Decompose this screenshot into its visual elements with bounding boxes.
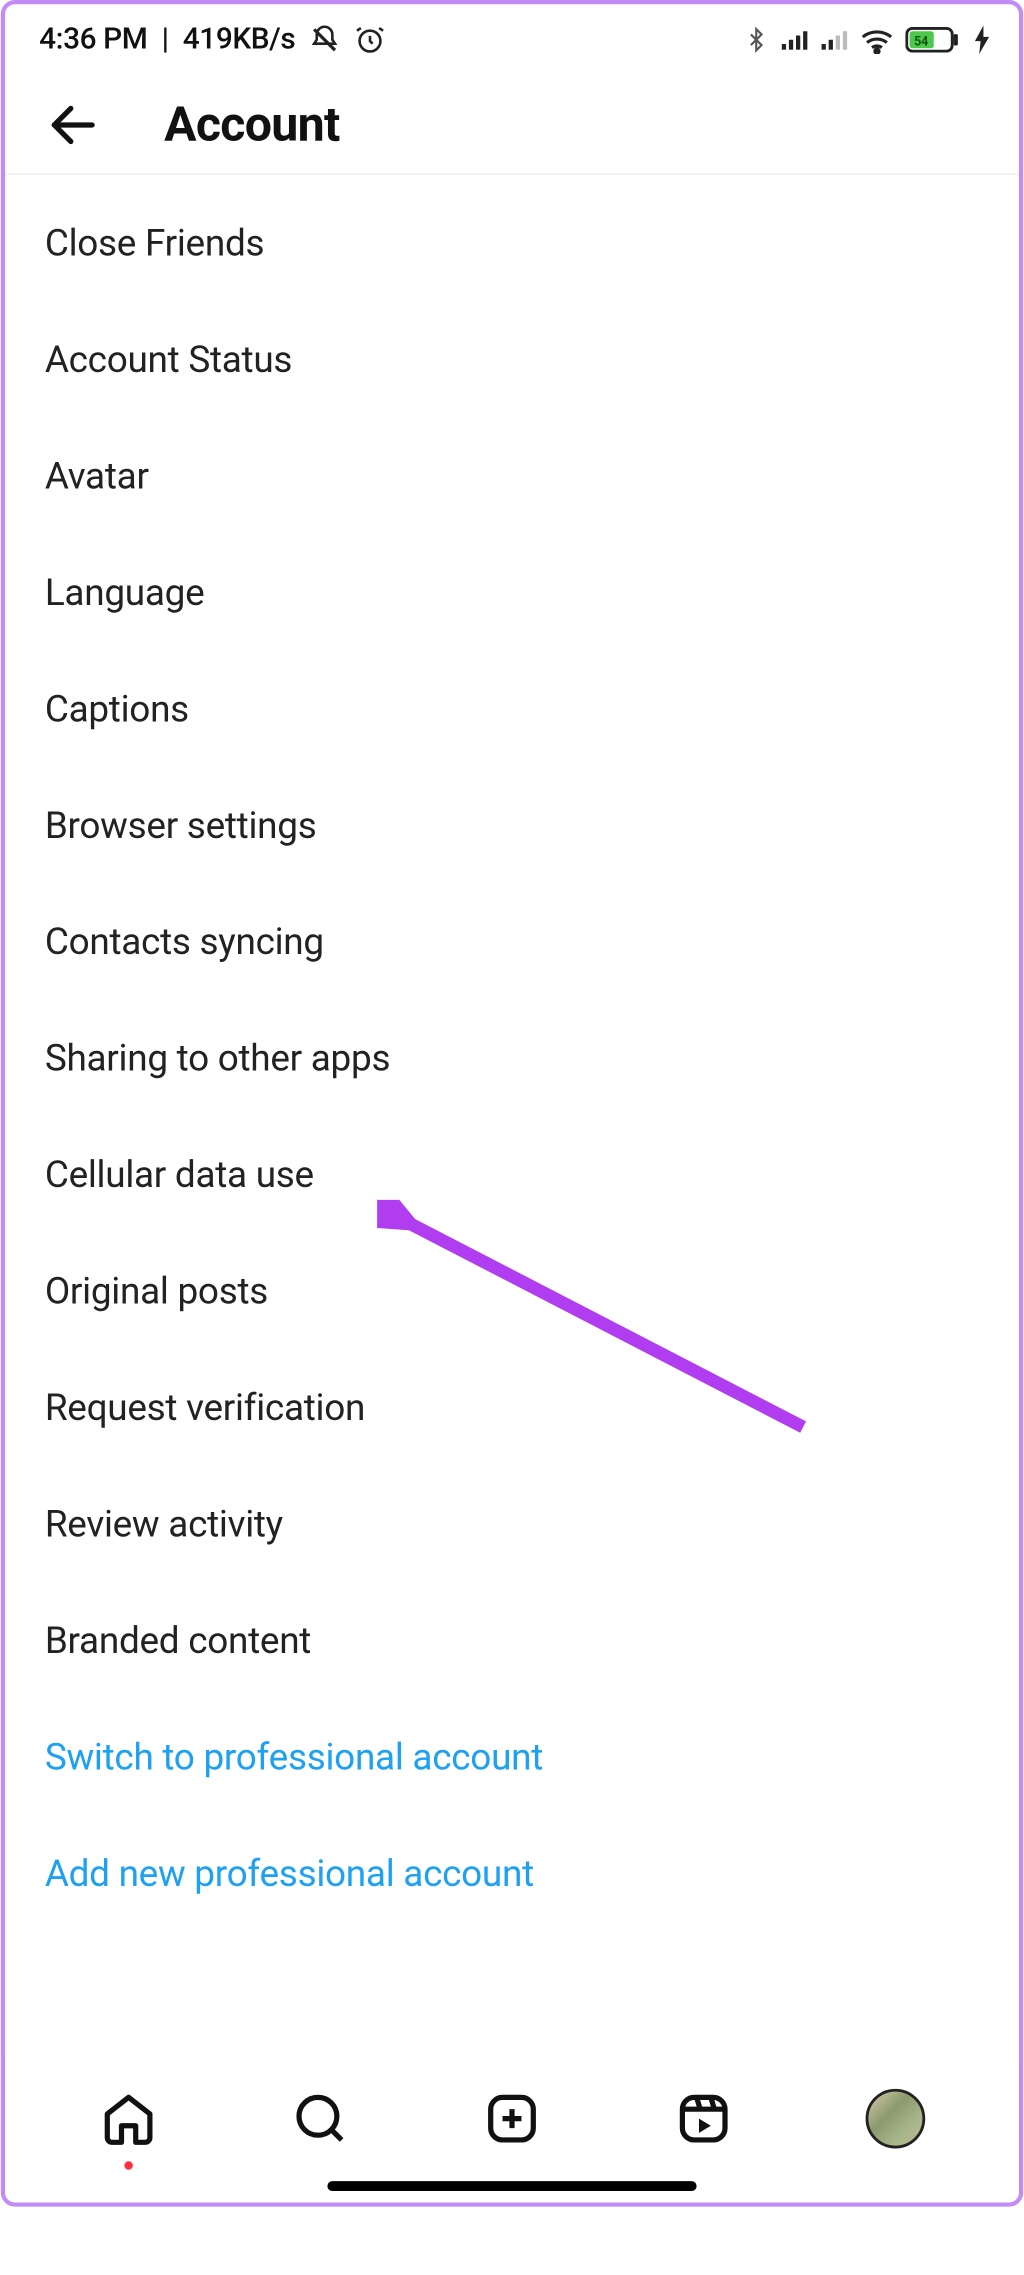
home-indicator <box>327 2181 696 2191</box>
status-right: 54 <box>743 26 990 54</box>
nav-notification-dot-icon <box>125 2161 134 2170</box>
nav-reels[interactable] <box>666 2082 740 2156</box>
menu-item-sharing-other-apps[interactable]: Sharing to other apps <box>5 1001 1019 1117</box>
menu-label: Close Friends <box>45 223 264 266</box>
menu-item-branded-content[interactable]: Branded content <box>5 1583 1019 1699</box>
menu-item-avatar[interactable]: Avatar <box>5 419 1019 535</box>
menu-label: Captions <box>45 689 189 732</box>
back-button[interactable] <box>39 90 107 158</box>
menu-item-original-posts[interactable]: Original posts <box>5 1234 1019 1350</box>
bottom-nav <box>5 2060 1019 2202</box>
charging-icon <box>974 26 991 54</box>
signal-icon-1 <box>780 27 808 53</box>
menu-label: Browser settings <box>45 805 317 848</box>
header: Account <box>5 75 1019 174</box>
menu-label: Switch to professional account <box>45 1737 543 1780</box>
menu-label: Branded content <box>45 1620 311 1663</box>
menu-label: Sharing to other apps <box>45 1038 390 1081</box>
menu-item-account-status[interactable]: Account Status <box>5 302 1019 418</box>
menu-item-language[interactable]: Language <box>5 535 1019 651</box>
avatar-icon <box>865 2089 925 2149</box>
mute-icon <box>309 24 340 55</box>
menu-label: Original posts <box>45 1271 268 1314</box>
alarm-icon <box>355 24 386 55</box>
menu-item-cellular-data-use[interactable]: Cellular data use <box>5 1118 1019 1234</box>
status-left: 4:36 PM | 419KB/s <box>39 23 386 57</box>
signal-icon-2 <box>820 27 848 53</box>
menu-item-browser-settings[interactable]: Browser settings <box>5 768 1019 884</box>
menu-label: Avatar <box>45 456 149 499</box>
menu-label: Contacts syncing <box>45 922 324 965</box>
status-bar: 4:36 PM | 419KB/s <box>5 4 1019 75</box>
status-separator: | <box>162 23 169 57</box>
menu-item-request-verification[interactable]: Request verification <box>5 1350 1019 1466</box>
menu-label: Account Status <box>45 339 292 382</box>
menu-item-close-friends[interactable]: Close Friends <box>5 186 1019 302</box>
menu-item-switch-professional[interactable]: Switch to professional account <box>5 1700 1019 1816</box>
svg-text:54: 54 <box>914 34 928 49</box>
battery-icon: 54 <box>905 26 962 54</box>
menu-label: Request verification <box>45 1387 365 1430</box>
status-time: 4:36 PM <box>39 23 147 57</box>
menu-item-add-professional[interactable]: Add new professional account <box>5 1816 1019 1932</box>
status-speed: 419KB/s <box>183 23 296 57</box>
nav-home[interactable] <box>92 2082 166 2156</box>
nav-create[interactable] <box>475 2082 549 2156</box>
menu-label: Cellular data use <box>45 1154 314 1197</box>
menu-item-contacts-syncing[interactable]: Contacts syncing <box>5 885 1019 1001</box>
phone-frame: 4:36 PM | 419KB/s <box>1 0 1023 2207</box>
menu-label: Review activity <box>45 1504 283 1547</box>
nav-search[interactable] <box>284 2082 358 2156</box>
menu-item-captions[interactable]: Captions <box>5 652 1019 768</box>
menu-label: Language <box>45 572 205 615</box>
settings-list: Close Friends Account Status Avatar Lang… <box>5 175 1019 1933</box>
page-title: Account <box>164 96 339 153</box>
menu-label: Add new professional account <box>45 1853 534 1896</box>
bluetooth-icon <box>743 26 769 54</box>
nav-profile[interactable] <box>858 2082 932 2156</box>
menu-item-review-activity[interactable]: Review activity <box>5 1467 1019 1583</box>
wifi-icon <box>860 26 894 54</box>
